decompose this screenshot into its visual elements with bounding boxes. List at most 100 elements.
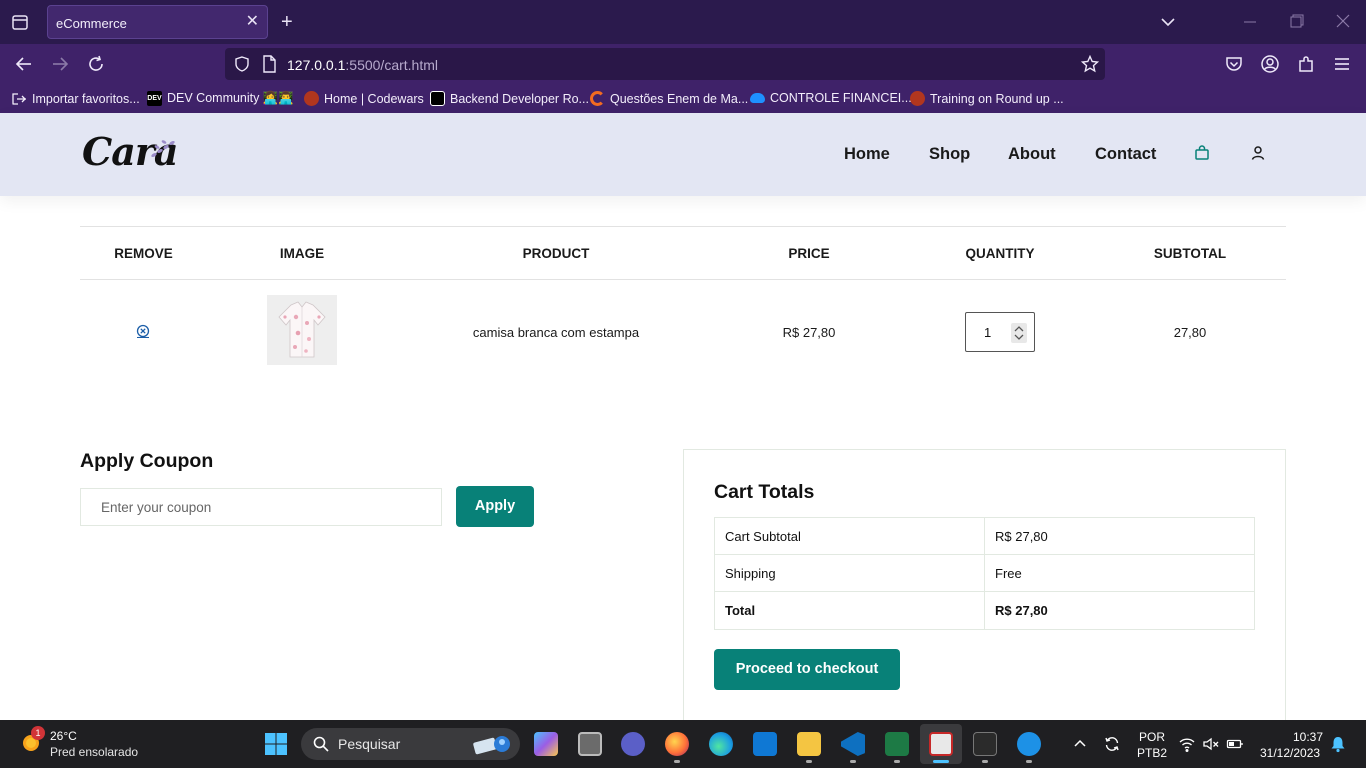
spinner-arrows-icon[interactable] (1011, 323, 1027, 343)
sync-icon[interactable] (1103, 735, 1121, 753)
bookmark-training[interactable]: Training on Round up ... (910, 91, 1064, 106)
site-header: Cara Home Shop About Contact (0, 113, 1366, 196)
shield-icon[interactable] (233, 55, 251, 73)
nav-about[interactable]: About (1008, 145, 1056, 164)
chat-icon[interactable] (621, 732, 645, 756)
browser-tab-active[interactable]: eCommerce ✕ (47, 5, 268, 39)
bookmark-controle-financeiro[interactable]: CONTROLE FINANCEI... (750, 91, 912, 105)
bookmark-backend-roadmap[interactable]: Backend Developer Ro... (430, 91, 589, 106)
codewars-icon (304, 91, 319, 106)
header-quantity: QUANTITY (965, 246, 1035, 261)
url-bar[interactable]: 127.0.0.1:5500/cart.html (225, 48, 1105, 80)
shopping-bag-icon[interactable] (1194, 145, 1210, 161)
keyboard-layout[interactable]: PTB2 (1137, 746, 1167, 760)
volume-muted-icon[interactable] (1202, 735, 1220, 753)
bookmark-label: Backend Developer Ro... (450, 91, 589, 106)
edge-icon[interactable] (709, 732, 733, 756)
menu-icon[interactable] (1332, 54, 1352, 74)
totals-title: Cart Totals (714, 481, 815, 503)
page-icon[interactable] (261, 55, 277, 73)
nav-contact[interactable]: Contact (1095, 145, 1156, 164)
nav-home[interactable]: Home (844, 145, 890, 164)
bookmarks-bar: Importar favoritos... DEV DEV Community … (0, 84, 1366, 113)
bookmark-star-icon[interactable] (1081, 55, 1099, 73)
checkout-button[interactable]: Proceed to checkout (714, 649, 900, 690)
chevron-down-icon[interactable] (1158, 12, 1178, 32)
minimize-icon[interactable] (1242, 14, 1258, 30)
enem-icon (590, 91, 605, 106)
file-explorer-icon[interactable] (797, 732, 821, 756)
window-close-icon[interactable] (1336, 14, 1350, 28)
totals-row-total: Total R$ 27,80 (715, 592, 1254, 629)
onedrive-icon (750, 93, 765, 103)
url-host: 127.0.0.1 (287, 57, 346, 73)
tab-overview-icon[interactable] (10, 12, 30, 32)
search-label: Pesquisar (338, 736, 401, 752)
task-view-icon[interactable] (578, 732, 602, 756)
windows-start-icon[interactable] (264, 732, 288, 756)
mail-icon[interactable] (753, 732, 777, 756)
codewars-icon (910, 91, 925, 106)
weather-description[interactable]: Pred ensolarado (50, 745, 138, 759)
tab-close-icon[interactable]: ✕ (246, 12, 259, 32)
language-indicator[interactable]: POR (1139, 730, 1165, 744)
quantity-stepper[interactable]: 1 (965, 312, 1035, 352)
product-name: camisa branca com estampa (472, 325, 640, 340)
chevron-up-icon[interactable] (1071, 735, 1089, 753)
firefox-icon[interactable] (665, 732, 689, 756)
header-product: PRODUCT (522, 246, 590, 261)
running-indicator (1026, 760, 1032, 763)
back-icon[interactable] (14, 54, 34, 74)
wifi-icon[interactable] (1178, 735, 1196, 753)
nav-shop[interactable]: Shop (929, 145, 970, 164)
remove-item-icon[interactable] (136, 324, 150, 338)
totals-value: Free (995, 566, 1022, 581)
running-indicator (674, 760, 680, 763)
vscode-icon[interactable] (841, 732, 865, 756)
import-icon (12, 93, 26, 105)
excel-icon[interactable] (885, 732, 909, 756)
docker-icon[interactable] (1017, 732, 1041, 756)
clock-time[interactable]: 10:37 (1293, 730, 1323, 744)
account-icon[interactable] (1260, 54, 1280, 74)
clock-date[interactable]: 31/12/2023 (1260, 746, 1320, 760)
roadmap-icon (430, 91, 445, 106)
totals-label: Total (715, 592, 985, 629)
totals-row-subtotal: Cart Subtotal R$ 27,80 (715, 518, 1254, 555)
bookmark-import[interactable]: Importar favoritos... (12, 91, 140, 106)
bookmark-dev-community[interactable]: DEV DEV Community 👩‍💻👨‍💻 (147, 91, 294, 106)
new-tab-icon[interactable]: + (281, 10, 293, 34)
snipping-tool-icon[interactable] (929, 732, 953, 756)
apply-coupon-button[interactable]: Apply (456, 486, 534, 527)
bookmark-label: DEV Community 👩‍💻👨‍💻 (167, 91, 294, 105)
tab-title: eCommerce (56, 16, 127, 31)
header-remove: REMOVE (114, 246, 173, 261)
header-image: IMAGE (279, 246, 325, 261)
terminal-icon[interactable] (973, 732, 997, 756)
restore-icon[interactable] (1290, 14, 1304, 28)
coupon-input[interactable]: Enter your coupon (80, 488, 442, 526)
dev-logo-icon: DEV (147, 91, 162, 106)
shirt-illustration (278, 301, 326, 358)
taskbar-search[interactable]: Pesquisar (301, 728, 520, 760)
url-text[interactable]: 127.0.0.1:5500/cart.html (287, 57, 438, 73)
battery-icon[interactable] (1226, 735, 1244, 753)
notification-bell-icon[interactable] (1329, 735, 1347, 753)
search-icon (313, 736, 329, 752)
extensions-icon[interactable] (1296, 54, 1316, 74)
totals-table: Cart Subtotal R$ 27,80 Shipping Free Tot… (714, 517, 1255, 630)
product-image[interactable] (267, 295, 337, 365)
pocket-icon[interactable] (1224, 54, 1244, 74)
url-path: :5500/cart.html (345, 57, 438, 73)
running-indicator (806, 760, 812, 763)
reload-icon[interactable] (86, 54, 106, 74)
copilot-icon[interactable] (534, 732, 558, 756)
weather-temperature[interactable]: 26°C (50, 729, 77, 743)
coupon-placeholder: Enter your coupon (101, 500, 212, 515)
bookmark-enem[interactable]: Questões Enem de Ma... (590, 91, 748, 106)
forward-icon[interactable] (50, 54, 70, 74)
user-icon[interactable] (1250, 145, 1266, 161)
coupon-title: Apply Coupon (80, 450, 214, 472)
bookmark-codewars[interactable]: Home | Codewars (304, 91, 424, 106)
product-price: R$ 27,80 (782, 325, 836, 340)
